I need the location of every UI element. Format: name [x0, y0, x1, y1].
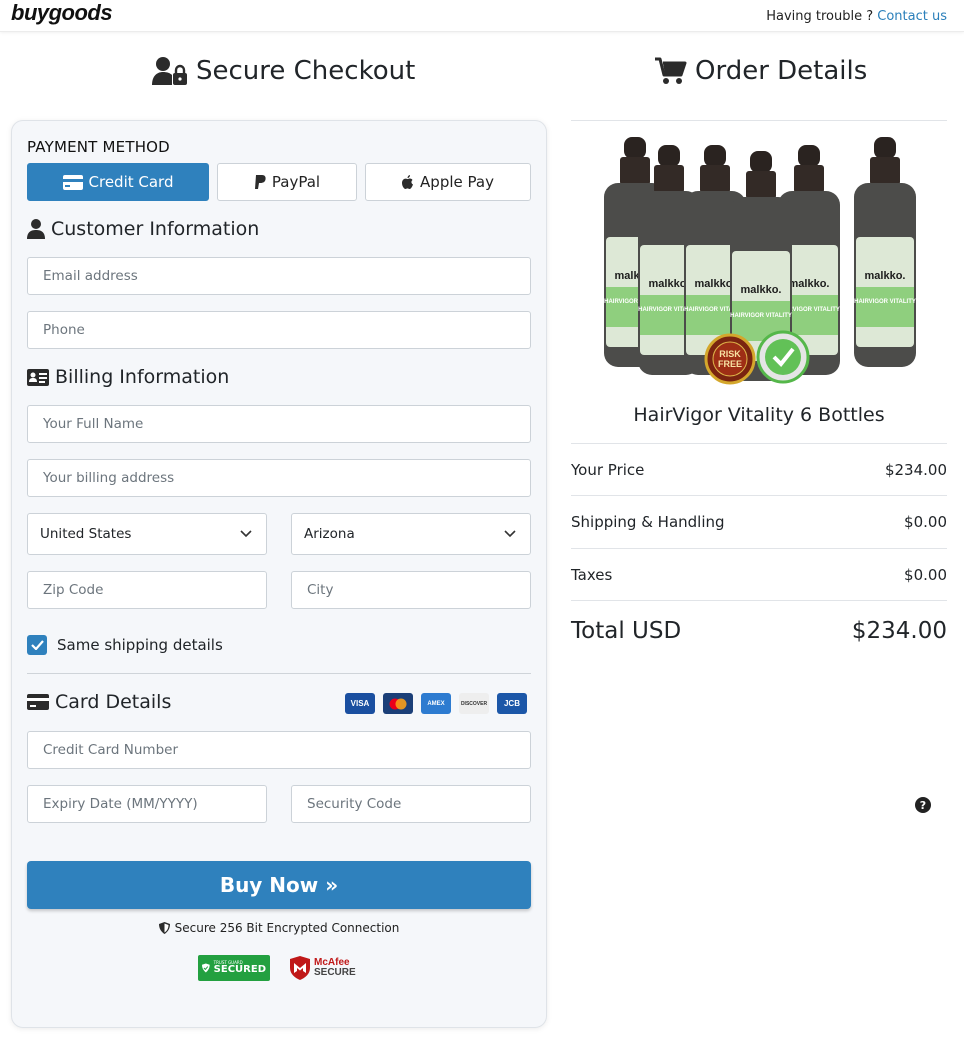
order-details-title: Order Details: [695, 56, 868, 86]
your-price-row: Your Price $234.00: [571, 461, 947, 479]
svg-text:malkko.: malkko.: [865, 270, 906, 282]
secure-connection-text: Secure 256 Bit Encrypted Connection: [174, 921, 400, 935]
country-select-value: United States: [40, 526, 132, 542]
mastercard-logo: [383, 693, 413, 714]
total-value: $234.00: [851, 618, 947, 644]
product-name: HairVigor Vitality 6 Bottles: [633, 404, 885, 426]
user-lock-icon: [152, 57, 187, 85]
order-top-divider: [571, 120, 947, 121]
secure-connection-note: Secure 256 Bit Encrypted Connection: [27, 921, 531, 935]
card-number-field[interactable]: Credit Card Number: [27, 731, 531, 769]
apple-pay-method-label: Apple Pay: [420, 173, 494, 191]
svg-text:malkko.: malkko.: [695, 278, 736, 290]
credit-card-method-button[interactable]: Credit Card: [27, 163, 209, 201]
secure-checkout-heading: Secure Checkout: [152, 56, 415, 86]
order-divider: [571, 495, 947, 496]
shipping-label: Shipping & Handling: [571, 513, 725, 531]
phone-field[interactable]: Phone: [27, 311, 531, 349]
mcafee-line2: SECURE: [314, 967, 356, 978]
card-details-title: Card Details: [55, 691, 172, 713]
taxes-label: Taxes: [571, 566, 613, 584]
zip-code-field[interactable]: Zip Code: [27, 571, 267, 609]
trust-guard-badge: TRUST GUARD SECURED: [198, 955, 270, 981]
trust-badges: TRUST GUARD SECURED McAfee SECURE: [198, 955, 356, 981]
paypal-method-label: PayPal: [271, 173, 321, 191]
visa-logo: VISA: [345, 693, 375, 714]
paypal-icon: [254, 175, 266, 189]
user-icon: [27, 219, 45, 239]
svg-text:malkko.: malkko.: [789, 278, 830, 290]
payment-method-label: PAYMENT METHOD: [27, 138, 170, 156]
mcafee-badge: McAfee SECURE: [290, 956, 356, 980]
billing-information-title: Billing Information: [55, 366, 230, 388]
secure-checkout-title: Secure Checkout: [196, 56, 416, 86]
apple-pay-method-button[interactable]: Apple Pay: [365, 163, 531, 201]
section-divider: [27, 673, 531, 674]
security-code-field[interactable]: Security Code: [291, 785, 531, 823]
credit-card-icon: [62, 174, 83, 190]
shield-icon: [158, 922, 170, 934]
buy-now-button[interactable]: Buy Now »: [27, 861, 531, 909]
total-row: Total USD $234.00: [571, 618, 947, 644]
paypal-method-button[interactable]: PayPal: [217, 163, 357, 201]
chevron-down-icon: [504, 530, 516, 538]
buygoods-logo[interactable]: buygoods: [11, 0, 113, 26]
billing-information-heading: Billing Information: [27, 366, 229, 388]
order-divider: [571, 548, 947, 549]
apple-icon: [402, 175, 414, 189]
product-image: malkko. HAIRVIGOR VITALITY malkko. HAIRVIGO…: [604, 137, 916, 385]
credit-card-method-label: Credit Card: [88, 173, 174, 191]
help-text: Having trouble ?: [766, 9, 874, 24]
your-price-label: Your Price: [571, 461, 645, 479]
shield-check-icon: [202, 963, 210, 973]
risk-free-line1: RISK: [719, 349, 741, 359]
billing-address-field[interactable]: Your billing address: [27, 459, 531, 497]
trust-guard-big-text: SECURED: [213, 964, 266, 975]
amex-logo: AMEX: [421, 693, 451, 714]
taxes-row: Taxes $0.00: [571, 566, 947, 584]
same-shipping-checkbox[interactable]: [27, 635, 47, 655]
svg-text:HAIRVIGOR VITALITY: HAIRVIGOR VITALITY: [730, 313, 792, 319]
card-details-heading: Card Details: [27, 691, 171, 713]
credit-card-icon: [27, 694, 49, 710]
svg-text:malkko.: malkko.: [649, 278, 690, 290]
jcb-logo: JCB: [497, 693, 527, 714]
city-field[interactable]: City: [291, 571, 531, 609]
risk-free-line2: FREE: [718, 359, 742, 369]
mcafee-shield-icon: [290, 956, 310, 980]
shipping-value: $0.00: [904, 513, 947, 531]
contact-us-link[interactable]: Contact us: [877, 9, 947, 24]
risk-free-badge: RISK FREE: [704, 333, 756, 385]
full-name-field[interactable]: Your Full Name: [27, 405, 531, 443]
top-bar: buygoods Having trouble ? Contact us: [0, 0, 964, 32]
same-shipping-label: Same shipping details: [57, 636, 223, 654]
discover-logo: DISCOVER: [459, 693, 489, 714]
order-details-heading: Order Details: [655, 56, 867, 86]
svg-text:malkko.: malkko.: [741, 284, 782, 296]
question-circle-icon[interactable]: ?: [915, 797, 931, 813]
cart-icon: [655, 57, 687, 84]
order-divider: [571, 443, 947, 444]
total-label: Total USD: [571, 618, 682, 644]
card-logos: VISA AMEX DISCOVER JCB: [345, 693, 527, 714]
state-select[interactable]: Arizona: [291, 513, 531, 555]
shipping-row: Shipping & Handling $0.00: [571, 513, 947, 531]
your-price-value: $234.00: [884, 461, 947, 479]
customer-information-heading: Customer Information: [27, 218, 259, 240]
check-seal-badge: [756, 330, 810, 384]
expiry-date-field[interactable]: Expiry Date (MM/YYYY): [27, 785, 267, 823]
bottle: malkko. HAIRVIGOR VITALITY: [854, 137, 916, 367]
state-select-value: Arizona: [304, 526, 355, 542]
email-field[interactable]: Email address: [27, 257, 531, 295]
order-divider: [571, 600, 947, 601]
help-area: Having trouble ? Contact us: [766, 9, 947, 24]
country-select[interactable]: United States: [27, 513, 267, 555]
svg-text:HAIRVIGOR VITALITY: HAIRVIGOR VITALITY: [854, 299, 916, 305]
checkmark-icon: [30, 640, 44, 650]
customer-information-title: Customer Information: [51, 218, 260, 240]
same-shipping-row: Same shipping details: [27, 635, 223, 655]
chevron-down-icon: [240, 530, 252, 538]
id-card-icon: [27, 368, 49, 386]
taxes-value: $0.00: [904, 566, 947, 584]
